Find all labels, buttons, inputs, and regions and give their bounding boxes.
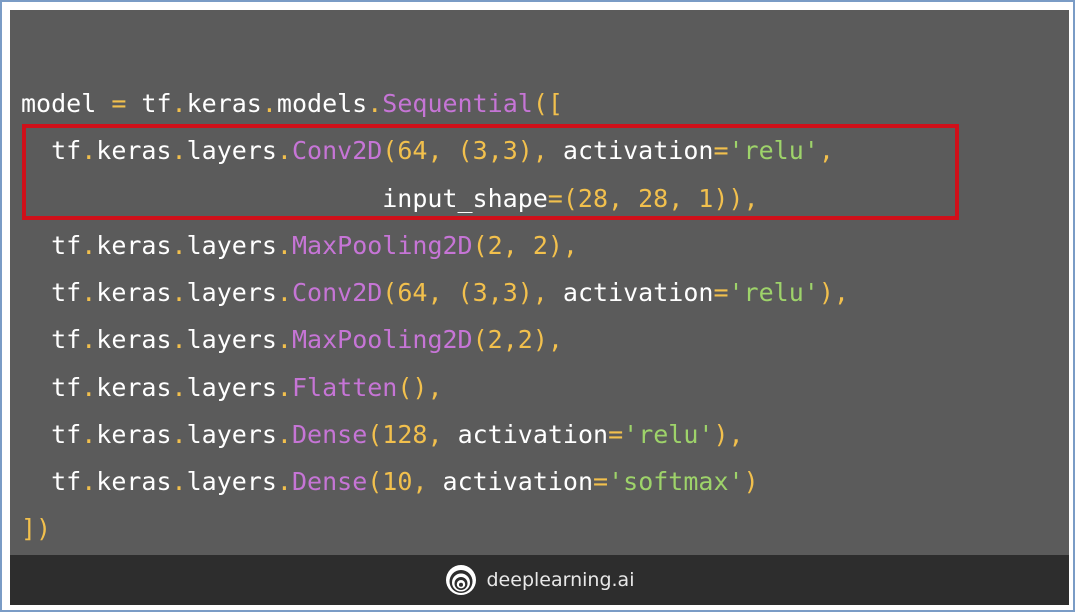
code-token: . xyxy=(261,89,277,118)
code-token: . xyxy=(171,278,187,307)
code-token: MaxPooling2D xyxy=(291,325,473,355)
code-token: layers xyxy=(186,467,277,496)
code-line: tf.keras.layers.Conv2D(64, (3,3), activa… xyxy=(21,269,849,316)
code-token: layers xyxy=(186,325,277,355)
code-token: . xyxy=(81,419,97,449)
code-token: models xyxy=(276,89,368,118)
code-line: tf.keras.layers.Dense(10, activation='so… xyxy=(21,458,849,505)
code-token: tf xyxy=(21,467,82,496)
code-token: tf xyxy=(21,278,82,307)
code-line: tf.keras.layers.Flatten(), xyxy=(21,364,849,411)
code-token: Dense xyxy=(291,467,368,496)
code-token: activation xyxy=(562,278,714,307)
code-token: ]) xyxy=(21,514,52,544)
conv2d-highlight-box xyxy=(22,124,959,220)
code-token: ([ xyxy=(532,89,563,118)
code-token: . xyxy=(171,89,187,118)
code-token: tf xyxy=(21,372,82,402)
code-token: . xyxy=(276,230,292,260)
code-token: . xyxy=(171,325,187,355)
code-token: . xyxy=(276,419,292,449)
code-token: . xyxy=(276,372,292,402)
code-token: keras xyxy=(96,467,172,496)
code-token: 'softmax' xyxy=(608,467,744,496)
code-token: Dense xyxy=(291,419,368,449)
code-token: (10, xyxy=(367,467,443,496)
code-token: . xyxy=(171,419,187,449)
code-line: tf.keras.layers.Dense(128, activation='r… xyxy=(21,411,849,458)
code-token: = xyxy=(608,419,624,449)
code-token: keras xyxy=(96,419,172,449)
code-token: tf xyxy=(126,89,172,118)
code-token: keras xyxy=(96,372,172,402)
code-token: Sequential xyxy=(382,89,533,118)
code-token: (), xyxy=(397,372,443,402)
code-token: . xyxy=(81,278,97,307)
code-token: MaxPooling2D xyxy=(291,230,473,260)
code-token: (64, (3,3), xyxy=(382,278,563,307)
code-token: ), xyxy=(818,278,849,307)
code-token: keras xyxy=(96,325,172,355)
code-token: layers xyxy=(186,372,277,402)
brand-name: deeplearning.ai xyxy=(486,569,635,591)
code-token: = xyxy=(593,467,609,496)
code-token: ) xyxy=(743,467,759,496)
code-line: ]) xyxy=(21,505,849,552)
code-token: . xyxy=(276,278,292,307)
code-token: (2, 2), xyxy=(472,230,578,260)
code-token: . xyxy=(171,372,187,402)
code-token: layers xyxy=(186,230,277,260)
code-line: tf.keras.layers.MaxPooling2D(2,2), xyxy=(21,316,849,363)
code-token: keras xyxy=(96,278,172,307)
code-token: (2,2), xyxy=(472,325,563,355)
screenshot-frame: model = tf.keras.models.Sequential([ tf.… xyxy=(0,0,1075,612)
code-token: ), xyxy=(713,419,744,449)
code-token: layers xyxy=(186,419,277,449)
code-token: . xyxy=(81,230,97,260)
code-token: = xyxy=(713,278,729,307)
code-token: layers xyxy=(186,278,277,307)
brand: deeplearning.ai xyxy=(445,564,635,596)
code-token: keras xyxy=(186,89,262,118)
code-line: tf.keras.layers.MaxPooling2D(2, 2), xyxy=(21,222,849,269)
code-token: keras xyxy=(96,230,172,260)
code-token: . xyxy=(171,467,187,496)
code-token: . xyxy=(81,325,97,355)
code-token: tf xyxy=(21,230,82,260)
code-token: 'relu' xyxy=(623,419,714,449)
code-token: activation xyxy=(442,467,594,496)
code-token: tf xyxy=(21,419,82,449)
code-line: model = tf.keras.models.Sequential([ xyxy=(21,80,849,127)
code-token: 'relu' xyxy=(728,278,819,307)
code-token: (128, xyxy=(367,419,458,449)
deeplearning-logo-icon xyxy=(445,565,476,595)
code-token: = xyxy=(111,89,127,118)
footer-bar: deeplearning.ai xyxy=(10,555,1069,605)
code-token: . xyxy=(276,325,292,355)
code-token: . xyxy=(81,372,97,402)
code-token: Conv2D xyxy=(291,278,383,307)
code-token: . xyxy=(171,230,187,260)
code-token: . xyxy=(81,467,97,496)
code-token: Flatten xyxy=(291,372,398,402)
code-token: . xyxy=(367,89,383,118)
code-token: . xyxy=(276,467,292,496)
code-token: activation xyxy=(457,419,609,449)
code-token: model xyxy=(21,89,112,118)
code-token: tf xyxy=(21,325,82,355)
